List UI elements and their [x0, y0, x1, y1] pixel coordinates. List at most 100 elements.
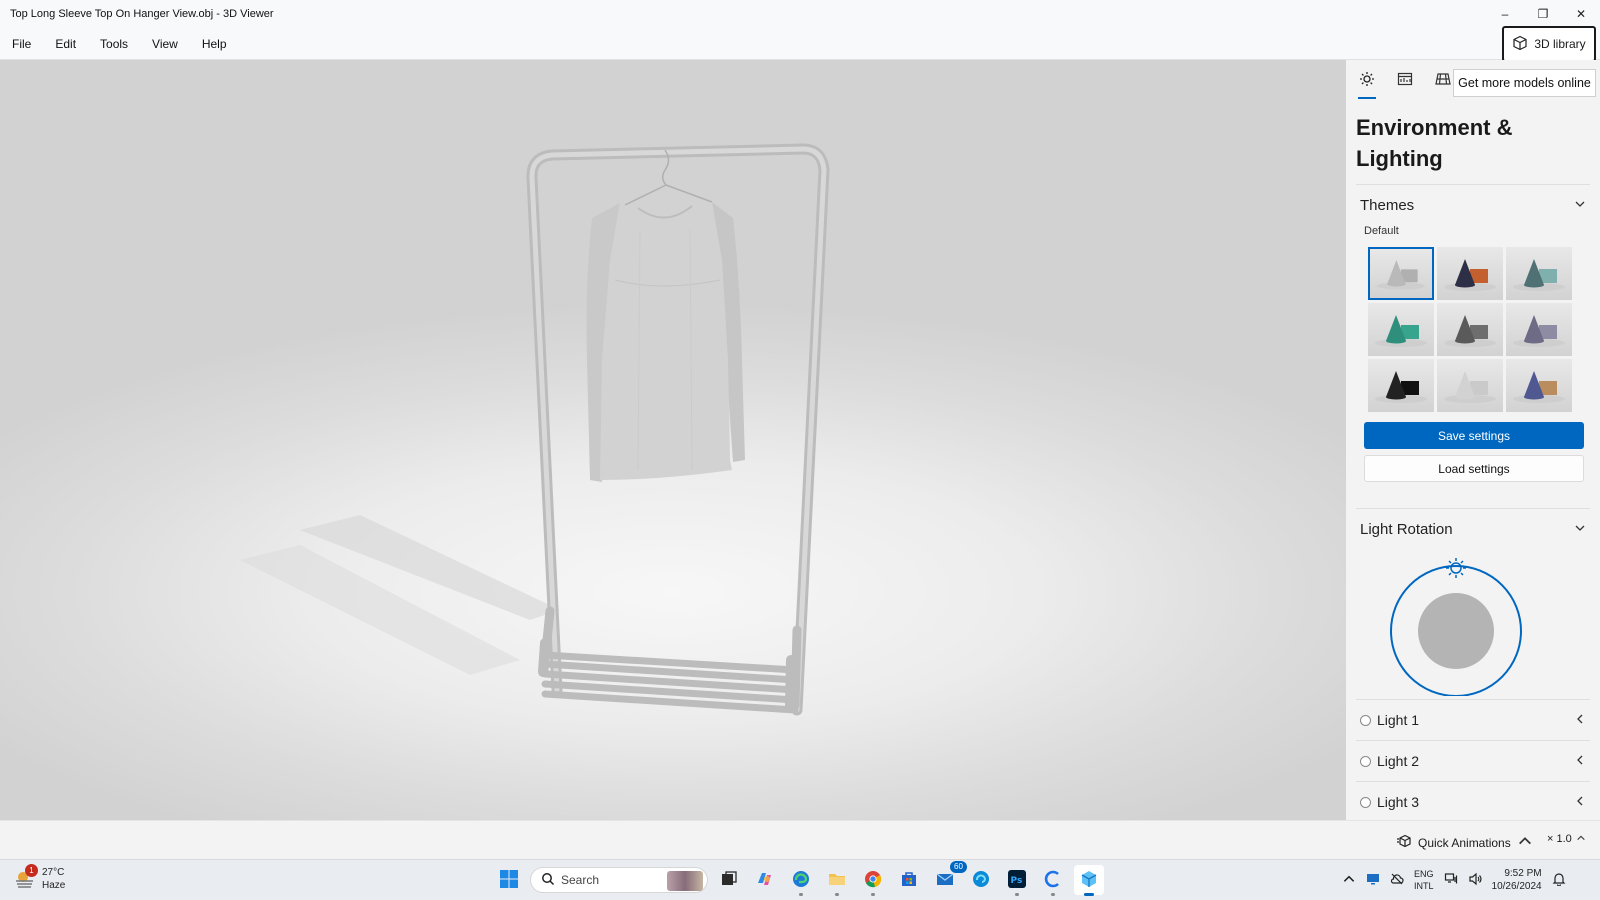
3d-viewer-taskbar-button[interactable] [1074, 865, 1104, 896]
themes-section-header[interactable]: Themes [1346, 185, 1600, 225]
theme-dark-gray[interactable] [1437, 303, 1503, 356]
environment-panel: Get more models online Environment & Lig… [1346, 60, 1600, 820]
edge-button[interactable] [786, 865, 816, 896]
theme-light[interactable] [1437, 359, 1503, 412]
search-placeholder: Search [561, 873, 600, 887]
cloud-offline-icon[interactable] [1390, 872, 1404, 889]
panel-title: Environment & Lighting [1356, 115, 1513, 171]
chevron-up-icon [1576, 833, 1586, 846]
svg-text:Ps: Ps [1011, 876, 1023, 886]
light-2-row[interactable]: Light 2 [1356, 740, 1590, 781]
c-app-icon [1043, 869, 1063, 892]
folder-icon [827, 869, 847, 892]
store-icon [899, 869, 919, 892]
clock[interactable]: 9:52 PM 10/26/2024 [1492, 867, 1542, 893]
minimize-button[interactable]: – [1486, 0, 1524, 28]
copilot-button[interactable] [750, 865, 780, 895]
running-indicator [835, 893, 839, 896]
notification-bell-icon[interactable] [1552, 872, 1566, 889]
theme-black[interactable] [1368, 359, 1434, 412]
store-button[interactable] [894, 865, 924, 895]
menu-view[interactable]: View [140, 28, 190, 60]
chevron-up-icon [1517, 833, 1533, 852]
taskbar-search[interactable]: Search [530, 867, 708, 893]
close-button[interactable]: ✕ [1562, 0, 1600, 28]
cortana-button[interactable] [1038, 865, 1068, 896]
active-indicator [1084, 893, 1094, 896]
chevron-up-icon[interactable] [1342, 872, 1356, 889]
theme-green[interactable] [1368, 303, 1434, 356]
3d-viewport[interactable] [0, 60, 1346, 820]
tab-stats[interactable] [1392, 67, 1418, 93]
quick-animations-button[interactable]: Quick Animations [1396, 833, 1533, 852]
menu-bar: File Edit Tools View Help [0, 28, 1600, 60]
theme-preview-icon [1375, 315, 1427, 347]
theme-teal-gray[interactable] [1506, 247, 1572, 300]
search-highlight-image [667, 871, 703, 891]
themes-label: Themes [1360, 196, 1415, 214]
long-sleeve-shirt [586, 202, 745, 482]
light-3-radio[interactable] [1360, 796, 1371, 808]
menu-help[interactable]: Help [190, 28, 239, 60]
task-view-button[interactable] [714, 865, 744, 895]
edge-icon [791, 869, 811, 892]
menu-edit[interactable]: Edit [43, 28, 88, 60]
theme-default-gray[interactable] [1368, 247, 1434, 300]
weather-widget[interactable]: 1 27°C Haze [14, 864, 65, 892]
network-icon[interactable] [1444, 872, 1458, 889]
light-rotation-label: Light Rotation [1360, 520, 1453, 538]
light-1-label: Light 1 [1377, 712, 1420, 728]
cube-icon [1512, 35, 1528, 54]
grid-icon [1435, 71, 1451, 90]
chrome-button[interactable] [858, 865, 888, 896]
photoshop-button[interactable]: Ps [1002, 865, 1032, 896]
sun-icon [1359, 71, 1375, 90]
theme-purple-gray[interactable] [1506, 303, 1572, 356]
running-indicator [799, 893, 803, 896]
light-1-row[interactable]: Light 1 [1356, 699, 1590, 740]
mail-badge: 60 [950, 861, 967, 873]
save-settings-button[interactable]: Save settings [1364, 422, 1584, 449]
chevron-left-icon [1574, 754, 1586, 769]
theme-dark-orange[interactable] [1437, 247, 1503, 300]
tooltip-get-models: Get more models online [1453, 69, 1596, 97]
window-controls: – ❐ ✕ [1486, 0, 1600, 28]
haze-icon: 1 [14, 864, 38, 890]
load-settings-button[interactable]: Load settings [1364, 455, 1584, 482]
speed-value: × 1.0 [1547, 833, 1572, 845]
language-indicator[interactable]: ENG INTL [1414, 868, 1434, 892]
animation-speed[interactable]: × 1.0 [1547, 833, 1586, 846]
search-icon [541, 872, 555, 889]
edge-dev-button[interactable] [966, 865, 996, 895]
start-button[interactable] [494, 865, 524, 895]
light-rotation-control[interactable] [1346, 549, 1600, 699]
theme-preview-icon [1444, 315, 1496, 347]
menu-tools[interactable]: Tools [88, 28, 140, 60]
light-2-radio[interactable] [1360, 755, 1371, 767]
volume-icon[interactable] [1468, 872, 1482, 889]
mail-button[interactable]: 60 [930, 861, 967, 895]
3d-library-button[interactable]: 3D library [1502, 26, 1596, 62]
sun-handle-icon [1446, 558, 1466, 578]
theme-preview-icon [1513, 371, 1565, 403]
light-2-label: Light 2 [1377, 753, 1420, 769]
light-rotation-header[interactable]: Light Rotation [1346, 509, 1600, 549]
copilot-icon [755, 869, 775, 892]
monitor-icon[interactable] [1366, 872, 1380, 889]
weather-text: 27°C Haze [42, 866, 65, 892]
taskbar-apps: Search 60 Ps [494, 861, 1104, 896]
theme-blue-gold[interactable] [1506, 359, 1572, 412]
windows-icon [499, 869, 519, 892]
theme-grid [1346, 243, 1600, 412]
chrome-icon [863, 869, 883, 892]
chevron-down-icon [1574, 197, 1586, 214]
restore-button[interactable]: ❐ [1524, 0, 1562, 28]
tab-environment[interactable] [1354, 67, 1380, 99]
running-indicator [1015, 893, 1019, 896]
menu-file[interactable]: File [0, 28, 43, 60]
chevron-left-icon [1574, 713, 1586, 728]
theme-preview-icon [1376, 260, 1426, 290]
light-1-radio[interactable] [1360, 714, 1371, 726]
file-explorer-button[interactable] [822, 865, 852, 896]
light-3-row[interactable]: Light 3 [1356, 781, 1590, 820]
